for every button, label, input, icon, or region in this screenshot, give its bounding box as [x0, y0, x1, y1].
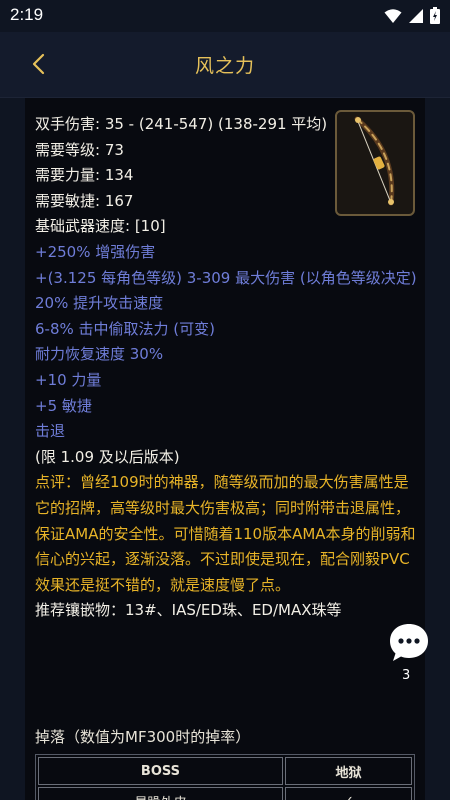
column-header-hell: 地狱 — [284, 757, 412, 785]
item-stats: 双手伤害: 35 - (241-547) (138-291 平均) 需要等级: … — [35, 112, 419, 624]
stat-required-strength: 需要力量: 134 — [35, 166, 134, 185]
stat-required-level: 需要等级: 73 — [35, 140, 124, 159]
table-header-row: BOSS 地狱 — [38, 757, 412, 785]
drop-table: BOSS 地狱 暴躁外皮 ✓ — [35, 754, 415, 800]
battery-icon — [430, 7, 440, 24]
stat-magic-6: +10 力量 — [35, 370, 102, 389]
status-bar: 2:19 — [0, 0, 450, 32]
stat-required-dexterity: 需要敏捷: 167 — [35, 191, 134, 210]
stat-magic-2: +(3.125 每角色等级) 3-309 最大伤害 (以角色等级决定) — [35, 268, 417, 287]
item-detail-panel: 双手伤害: 35 - (241-547) (138-291 平均) 需要等级: … — [25, 98, 425, 800]
stat-base-speed: 基础武器速度: [10] — [35, 217, 166, 236]
wifi-icon — [384, 8, 402, 24]
stat-damage: 双手伤害: 35 - (241-547) (138-291 平均) — [35, 115, 328, 133]
stat-magic-7: +5 敏捷 — [35, 396, 92, 415]
app-bar: 风之力 — [0, 32, 450, 98]
column-header-boss: BOSS — [38, 757, 283, 785]
stat-magic-5: 耐力恢复速度 30% — [35, 345, 164, 364]
stat-magic-3: 20% 提升攻击速度 — [35, 294, 164, 313]
table-row: 暴躁外皮 ✓ — [38, 787, 412, 800]
stat-magic-1: +250% 增强伤害 — [35, 242, 156, 261]
table-cell-hell: ✓ — [284, 787, 412, 800]
item-comment: 点评：曾经109时的神器，随等级而加的最大伤害属性是它的招牌，高等级时最大伤害极… — [35, 473, 416, 594]
stat-magic-4: 6-8% 击中偷取法力 (可变) — [35, 319, 215, 338]
comment-button[interactable] — [388, 622, 430, 664]
version-note: (限 1.09 及以后版本) — [35, 447, 180, 466]
signal-icon — [408, 8, 424, 24]
status-icons — [384, 7, 440, 24]
stat-magic-8: 击退 — [35, 422, 66, 441]
recommend-sockets: 推荐镶嵌物：13#、IAS/ED珠、ED/MAX珠等 — [35, 601, 342, 620]
chat-bubble-icon — [388, 624, 430, 668]
status-time: 2:19 — [10, 5, 44, 24]
comment-count: 3 — [402, 668, 411, 683]
table-cell-boss: 暴躁外皮 — [38, 787, 283, 800]
page-title: 风之力 — [194, 55, 255, 77]
drop-section: 掉落（数值为MF300时的掉率） BOSS 地狱 暴躁外皮 ✓ — [35, 726, 415, 800]
drop-title: 掉落（数值为MF300时的掉率） — [35, 728, 251, 746]
